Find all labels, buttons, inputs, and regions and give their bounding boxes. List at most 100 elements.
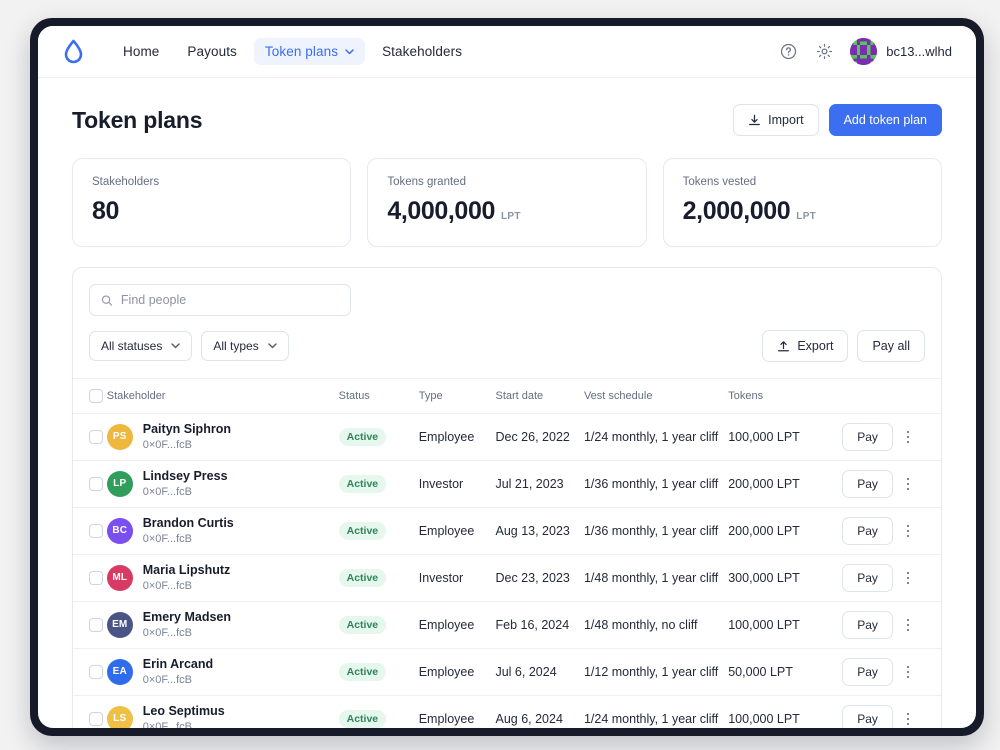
stat-card-stakeholders: Stakeholders 80: [72, 158, 352, 247]
stakeholder-name: Brandon Curtis: [142, 515, 234, 530]
pay-button[interactable]: Pay: [842, 470, 893, 498]
table-row[interactable]: ML Maria Lipshutz 0×0F...fcB Active Investor…: [73, 554, 941, 602]
avatar-initials: ML: [112, 572, 128, 584]
export-button[interactable]: Export: [762, 330, 849, 362]
table-row[interactable]: LS Leo Septimus 0×0F...fcB Active Employee Au…: [73, 695, 941, 728]
nav-item-payouts[interactable]: Payouts: [176, 38, 247, 65]
start-date-cell: Aug 13, 2023: [495, 507, 584, 555]
row-checkbox[interactable]: [89, 712, 103, 726]
row-select-cell: [73, 695, 107, 728]
row-checkbox[interactable]: [89, 618, 103, 632]
row-checkbox[interactable]: [89, 524, 103, 538]
stat-label: Stakeholders: [92, 176, 160, 188]
avatar: ML: [106, 564, 133, 591]
kebab-menu-icon[interactable]: [897, 519, 919, 543]
stat-card-tokens-vested: Tokens vested 2,000,000 LPT: [662, 158, 942, 247]
stakeholder-cell: ML Maria Lipshutz 0×0F...fcB: [106, 554, 339, 602]
pay-all-button[interactable]: Pay all: [857, 330, 925, 362]
row-select-cell: [73, 413, 107, 461]
kebab-menu-icon[interactable]: [897, 707, 919, 728]
pay-button[interactable]: Pay: [842, 658, 893, 686]
pay-button[interactable]: Pay: [842, 423, 893, 451]
kebab-menu-icon[interactable]: [897, 472, 919, 496]
stakeholder-cell: PS Paityn Siphron 0×0F...fcB: [106, 413, 339, 461]
column-vest-schedule[interactable]: Vest schedule: [583, 378, 729, 414]
stakeholder-name: Lindsey Press: [142, 468, 228, 483]
table-row[interactable]: EM Emery Madsen 0×0F...fcB Active Employee Fe…: [73, 601, 941, 649]
row-checkbox[interactable]: [89, 571, 103, 585]
table-toolbar: All statuses All types: [73, 268, 941, 378]
stakeholder-name: Emery Madsen: [142, 609, 231, 624]
type-cell: Employee: [418, 648, 496, 696]
kebab-menu-icon[interactable]: [897, 660, 919, 684]
column-start-date[interactable]: Start date: [495, 378, 584, 414]
add-token-plan-label: Add token plan: [843, 113, 927, 127]
status-filter-dropdown[interactable]: All statuses: [89, 331, 193, 361]
status-cell: Active: [338, 460, 419, 508]
pay-button[interactable]: Pay: [842, 564, 893, 592]
column-actions: [842, 378, 941, 414]
pay-button[interactable]: Pay: [842, 705, 893, 728]
avatar-initials: EA: [112, 666, 127, 678]
row-actions-cell: Pay: [842, 507, 941, 555]
import-label: Import: [768, 113, 804, 127]
chevron-down-icon: [345, 48, 354, 54]
user-menu[interactable]: bc13...wlhd: [850, 38, 952, 65]
status-badge: Active: [338, 710, 387, 728]
import-button[interactable]: Import: [733, 104, 819, 136]
pay-button[interactable]: Pay: [842, 517, 893, 545]
row-checkbox[interactable]: [89, 430, 103, 444]
table-row[interactable]: BC Brandon Curtis 0×0F...fcB Active Employee…: [73, 507, 941, 555]
stat-value-wrap: 2,000,000 LPT: [683, 197, 922, 226]
avatar-initials: BC: [112, 525, 128, 537]
nav-right-group: bc13...wlhd: [778, 38, 952, 65]
vest-schedule-cell: 1/48 monthly, no cliff: [583, 601, 729, 649]
kebab-menu-icon[interactable]: [897, 425, 919, 449]
table-body: PS Paityn Siphron 0×0F...fcB Active Employee…: [73, 413, 941, 728]
status-cell: Active: [338, 507, 419, 555]
gear-icon[interactable]: [814, 42, 834, 62]
table-row[interactable]: PS Paityn Siphron 0×0F...fcB Active Employee…: [73, 413, 941, 461]
row-select-cell: [73, 648, 107, 696]
top-navigation-bar: Home Payouts Token plans Stakeholders bc…: [38, 26, 976, 78]
kebab-menu-icon[interactable]: [897, 566, 919, 590]
stat-value: 80: [92, 197, 120, 225]
add-token-plan-button[interactable]: Add token plan: [828, 104, 942, 136]
avatar: EM: [106, 611, 133, 638]
user-name-label: bc13...wlhd: [886, 44, 952, 59]
nav-item-token-plans[interactable]: Token plans: [253, 38, 366, 65]
table-row[interactable]: EA Erin Arcand 0×0F...fcB Active Employee Jul…: [73, 648, 941, 696]
column-status[interactable]: Status: [338, 378, 419, 414]
water-drop-logo-icon[interactable]: [60, 39, 86, 65]
nav-item-stakeholders[interactable]: Stakeholders: [371, 38, 473, 65]
avatar: EA: [106, 658, 133, 685]
stat-label: Tokens vested: [682, 176, 757, 188]
start-date-cell: Jul 6, 2024: [495, 648, 584, 696]
pay-button[interactable]: Pay: [842, 611, 893, 639]
select-all-header: [73, 378, 107, 414]
search-box[interactable]: [89, 284, 351, 316]
tokens-cell: 200,000 LPT: [728, 507, 843, 555]
tokens-cell: 100,000 LPT: [728, 413, 843, 461]
device-bezel: Home Payouts Token plans Stakeholders bc…: [30, 18, 984, 736]
question-circle-icon[interactable]: [778, 42, 798, 62]
status-filter-label: All statuses: [101, 339, 163, 353]
type-filter-dropdown[interactable]: All types: [201, 331, 289, 361]
type-cell: Employee: [418, 507, 496, 555]
row-select-cell: [73, 601, 107, 649]
nav-label: Home: [123, 44, 160, 59]
stat-value: 4,000,000: [387, 197, 495, 225]
column-type[interactable]: Type: [418, 378, 496, 414]
table-row[interactable]: LP Lindsey Press 0×0F...fcB Active Investor J…: [73, 460, 941, 508]
column-stakeholder[interactable]: Stakeholder: [106, 378, 339, 414]
row-checkbox[interactable]: [89, 665, 103, 679]
row-checkbox[interactable]: [89, 477, 103, 491]
select-all-checkbox[interactable]: [89, 389, 103, 403]
column-tokens[interactable]: Tokens: [728, 378, 843, 414]
type-cell: Employee: [418, 413, 496, 461]
page-body: Token plans Import Add token plan Stakeh…: [38, 78, 976, 728]
search-input[interactable]: [120, 293, 339, 307]
nav-item-home[interactable]: Home: [112, 38, 170, 65]
status-badge: Active: [338, 616, 387, 634]
kebab-menu-icon[interactable]: [897, 613, 919, 637]
